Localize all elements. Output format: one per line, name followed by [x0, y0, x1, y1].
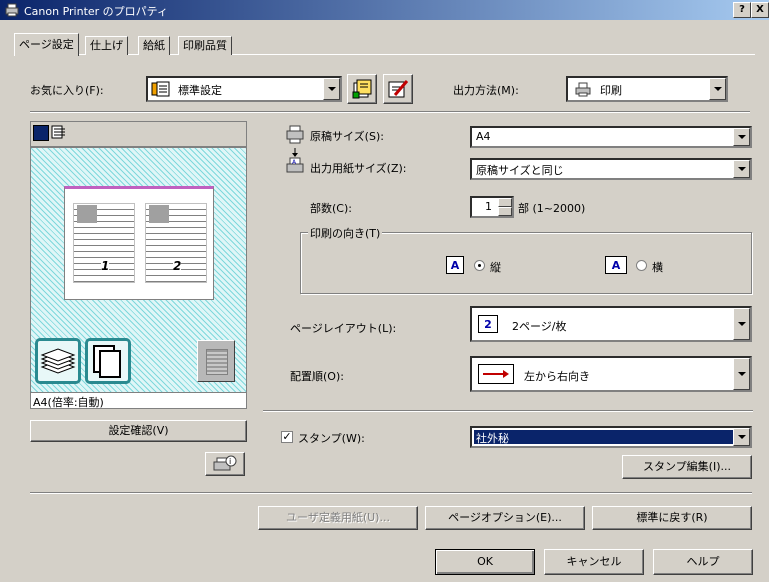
page-number-1: 1 — [101, 259, 110, 273]
restore-default-button[interactable]: 標準に戻す(R) — [592, 506, 752, 530]
divider — [263, 410, 753, 412]
ok-button[interactable]: OK — [435, 549, 535, 575]
tab-paper-source[interactable]: 給紙 — [138, 36, 170, 55]
preview-caption-box: A4(倍率:自動) — [30, 393, 247, 409]
page-layout-label: ページレイアウト(L): — [290, 322, 397, 335]
favorites-label: お気に入り(F): — [30, 84, 104, 97]
divider — [30, 111, 750, 113]
preview-settings-icon[interactable] — [51, 125, 67, 140]
collate-pages-icon — [93, 345, 121, 378]
chevron-down-icon[interactable] — [323, 78, 340, 100]
stamp-checkbox[interactable]: ✓ — [281, 431, 293, 443]
preview-toolbar — [30, 121, 247, 147]
printer-icon — [5, 3, 19, 17]
close-button[interactable]: X — [751, 2, 769, 18]
stamp-select[interactable]: 社外秘 — [470, 426, 752, 448]
window-title: Canon Printer のプロパティ — [24, 5, 169, 18]
chevron-down-icon[interactable] — [733, 358, 750, 390]
original-size-value: A4 — [476, 130, 491, 143]
landscape-icon: A — [605, 256, 627, 274]
divider — [30, 492, 752, 494]
output-paper-size-icon: A — [286, 148, 304, 173]
help-dialog-button[interactable]: ヘルプ — [653, 549, 753, 575]
page-layout-icon: 2 — [478, 315, 498, 333]
stamp-selection-highlight — [474, 430, 734, 444]
page-layout-value: 2ページ/枚 — [512, 320, 567, 333]
original-size-icon — [286, 125, 304, 144]
portrait-label: 縦 — [490, 261, 501, 274]
collate-icon[interactable] — [85, 338, 131, 384]
tab-finishing[interactable]: 仕上げ — [85, 36, 128, 55]
favorites-icon — [151, 81, 170, 97]
landscape-label: 横 — [652, 261, 663, 274]
finishing-icon[interactable] — [197, 340, 235, 382]
copies-unit: 部 (1~2000) — [518, 202, 586, 215]
stamp-value: 社外秘 — [476, 432, 509, 445]
favorites-select[interactable]: 標準設定 — [146, 76, 342, 102]
edit-favorite-button[interactable] — [383, 74, 413, 104]
tab-print-quality[interactable]: 印刷品質 — [178, 36, 232, 55]
printer-properties-dialog: Canon Printer のプロパティ ? X ページ設定 仕上げ 給紙 印刷… — [0, 0, 769, 582]
paper-stack-icon — [40, 348, 76, 374]
image-icon — [77, 205, 97, 223]
chevron-down-icon[interactable] — [733, 128, 750, 146]
stepper-up-icon[interactable] — [498, 198, 512, 207]
printer-icon — [575, 82, 591, 97]
settings-confirm-button[interactable]: 設定確認(V) — [30, 420, 247, 442]
print-preview: 1 2 — [30, 147, 247, 393]
page-layout-select[interactable]: 2 2ページ/枚 — [470, 306, 752, 342]
page-order-select[interactable]: 左から右向き — [470, 356, 752, 392]
preview-layout-icon[interactable] — [33, 125, 49, 141]
left-to-right-arrow-icon — [478, 364, 514, 384]
orientation-group-label: 印刷の向き(T) — [308, 225, 383, 241]
printer-info-icon: i — [213, 455, 237, 471]
favorites-value: 標準設定 — [178, 84, 222, 97]
copies-input[interactable]: 1 — [470, 196, 514, 218]
page-options-button[interactable]: ページオプション(E)... — [425, 506, 585, 530]
copies-label: 部数(C): — [310, 202, 352, 215]
page-order-label: 配置順(O): — [290, 370, 344, 383]
edit-favorite-icon — [388, 80, 409, 98]
original-size-select[interactable]: A4 — [470, 126, 752, 148]
chevron-down-icon[interactable] — [733, 160, 750, 178]
image-icon — [149, 205, 169, 223]
help-button[interactable]: ? — [733, 2, 751, 18]
info-button[interactable]: i — [205, 452, 245, 476]
add-favorite-button[interactable] — [347, 74, 377, 104]
portrait-radio[interactable] — [474, 260, 485, 271]
page-number-2: 2 — [173, 259, 182, 273]
preview-paper: 1 2 — [64, 186, 214, 300]
chevron-down-icon[interactable] — [733, 308, 750, 340]
custom-paper-button[interactable]: ユーザ定義用紙(U)... — [258, 506, 418, 530]
title-bar[interactable]: Canon Printer のプロパティ ? X — [0, 0, 769, 20]
original-size-label: 原稿サイズ(S): — [310, 130, 384, 143]
add-favorite-icon — [352, 79, 372, 99]
svg-text:i: i — [229, 457, 231, 466]
output-method-select[interactable]: 印刷 — [566, 76, 728, 102]
stamp-label: スタンプ(W): — [298, 432, 365, 445]
stepper-down-icon[interactable] — [498, 207, 512, 216]
landscape-radio[interactable] — [636, 260, 647, 271]
output-method-value: 印刷 — [600, 84, 622, 97]
output-paper-size-value: 原稿サイズと同じ — [476, 164, 564, 177]
output-paper-size-select[interactable]: 原稿サイズと同じ — [470, 158, 752, 180]
chevron-down-icon[interactable] — [733, 428, 750, 446]
stamp-edit-button[interactable]: スタンプ編集(I)... — [622, 455, 752, 479]
preview-caption: A4(倍率:自動) — [33, 396, 104, 409]
page-order-value: 左から右向き — [524, 370, 590, 383]
tab-page-setup[interactable]: ページ設定 — [14, 33, 79, 56]
chevron-down-icon[interactable] — [709, 78, 726, 100]
page-icon — [206, 349, 228, 375]
orientation-group — [300, 232, 752, 294]
copies-stepper[interactable] — [498, 198, 512, 216]
cancel-button[interactable]: キャンセル — [544, 549, 644, 575]
portrait-icon: A — [446, 256, 464, 274]
stack-output-icon[interactable] — [35, 338, 81, 384]
copies-value: 1 — [485, 200, 492, 213]
output-paper-size-label: 出力用紙サイズ(Z): — [310, 162, 407, 175]
output-method-label: 出力方法(M): — [453, 84, 519, 97]
